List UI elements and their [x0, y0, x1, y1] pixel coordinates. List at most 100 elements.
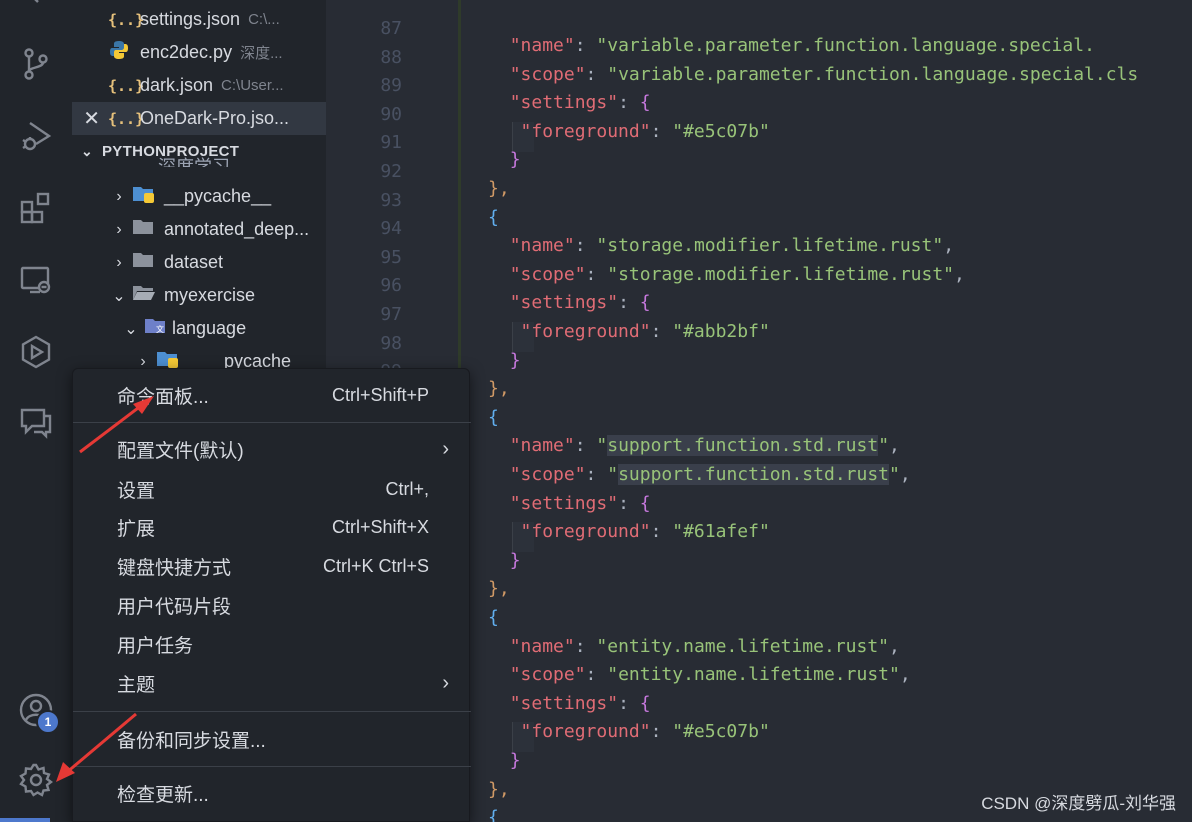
code-line: }: [509, 349, 521, 371]
menu-item-profiles[interactable]: 配置文件(默认) ›: [73, 431, 471, 467]
menu-item-settings-sync[interactable]: 备份和同步设置...: [73, 721, 471, 757]
code-line: "name": "support.function.std.rust",: [509, 435, 900, 457]
folder-icon: [132, 217, 164, 242]
partial-folder-row: 深度学习: [158, 157, 230, 167]
tree-folder[interactable]: › annotated_deep...: [106, 213, 309, 246]
code-line: },: [488, 578, 510, 600]
remote-explorer-icon[interactable]: [14, 258, 58, 302]
line-number: 96: [380, 275, 402, 297]
line-number: 92: [380, 161, 402, 182]
code-line: "scope": "variable.parameter.function.la…: [509, 63, 1139, 85]
code-line: },: [488, 178, 510, 199]
open-editor-name: settings.json: [140, 9, 241, 29]
code-line: {: [488, 406, 499, 428]
code-line: "foreground": "#abb2bf": [520, 321, 770, 342]
code-line: },: [488, 778, 510, 800]
folder-open-icon: [132, 283, 164, 308]
code-line: "settings": {: [509, 92, 651, 114]
code-line: }: [509, 750, 521, 771]
tree-label: annotated_deep...: [164, 219, 310, 239]
code-line: },: [488, 378, 510, 400]
testing-icon[interactable]: [14, 330, 58, 374]
extensions-icon[interactable]: [14, 186, 58, 230]
manage-gear-icon[interactable]: [14, 758, 58, 802]
menu-divider: [73, 766, 471, 767]
menu-item-user-snippets[interactable]: 用户代码片段: [73, 587, 471, 623]
code-line: {: [488, 206, 499, 228]
json-file-icon: {..}: [108, 76, 145, 95]
code-line: "foreground": "#61afef": [520, 521, 770, 543]
open-editor-path: C:\User...: [221, 77, 284, 94]
chevron-right-icon: ›: [116, 220, 122, 238]
tree-folder[interactable]: › dataset: [106, 246, 223, 279]
code-line: }: [509, 149, 521, 171]
menu-divider: [73, 422, 471, 423]
menu-item-themes[interactable]: 主题 ›: [73, 665, 471, 701]
code-line: "settings": {: [509, 292, 651, 314]
chevron-down-icon: ⌄: [80, 142, 94, 159]
open-editor-name: OneDark-Pro.jso...: [140, 108, 290, 128]
open-editor-item[interactable]: {..} dark.json C:\User...: [72, 69, 326, 102]
account-badge: 1: [36, 710, 60, 734]
code-line: "name": "entity.name.lifetime.rust",: [509, 635, 900, 657]
activity-bar: 1: [0, 0, 72, 822]
open-editor-path: C:\...: [248, 11, 280, 28]
menu-item-settings[interactable]: 设置 Ctrl+,: [73, 471, 471, 507]
code-line: "scope": "support.function.std.rust",: [509, 464, 911, 485]
menu-item-extensions[interactable]: 扩展 Ctrl+Shift+X: [73, 509, 471, 545]
json-file-icon: {..}: [108, 109, 145, 128]
chevron-down-icon: ⌄: [124, 320, 138, 338]
code-line: {: [488, 807, 499, 822]
python-folder-icon: [132, 184, 164, 209]
language-folder-icon: 文: [144, 316, 172, 341]
open-editor-item[interactable]: enc2dec.py 深度...: [72, 36, 326, 69]
chevron-down-icon: ⌄: [112, 287, 126, 305]
chevron-right-icon: ›: [116, 253, 122, 271]
tree-folder[interactable]: › __pycache__: [106, 180, 271, 213]
code-line: "scope": "entity.name.lifetime.rust",: [509, 664, 911, 686]
comments-icon[interactable]: [14, 400, 58, 444]
line-number: 95: [380, 246, 402, 268]
code-line: "name": "storage.modifier.lifetime.rust"…: [509, 235, 955, 257]
watermark: CSDN @深度劈瓜-刘华强: [981, 794, 1176, 813]
menu-shortcut: Ctrl+Shift+X: [331, 516, 429, 537]
line-number: 98: [380, 332, 402, 354]
menu-item-command-palette[interactable]: 命令面板... Ctrl+Shift+P: [73, 377, 471, 413]
tree-label: myexercise: [164, 285, 256, 305]
open-editor-item[interactable]: {..} settings.json C:\...: [72, 3, 326, 36]
menu-shortcut: Ctrl+,: [385, 478, 429, 499]
open-editor-item-active[interactable]: ✕ {..} OneDark-Pro.jso...: [72, 102, 326, 135]
svg-text:文: 文: [156, 324, 164, 334]
code-line: {: [488, 607, 499, 628]
menu-item-user-tasks[interactable]: 用户任务: [73, 626, 471, 662]
menu-item-check-updates[interactable]: 检查更新...: [73, 775, 471, 811]
line-number: 94: [380, 218, 402, 240]
explorer-icon[interactable]: [14, 0, 58, 26]
tree-folder[interactable]: ⌄ 文 language: [118, 312, 246, 345]
python-file-icon: [108, 39, 140, 66]
menu-item-keyboard-shortcuts[interactable]: 键盘快捷方式 Ctrl+K Ctrl+S: [73, 548, 471, 584]
run-debug-icon[interactable]: [14, 114, 58, 158]
chevron-right-icon: ›: [442, 437, 449, 460]
line-number: 91: [380, 132, 402, 154]
line-number: 88: [380, 46, 402, 68]
code-line: }: [509, 549, 521, 571]
open-editor-name: enc2dec.py: [140, 42, 233, 62]
manage-context-menu: 命令面板... Ctrl+Shift+P 配置文件(默认) › 设置 Ctrl+…: [72, 368, 471, 822]
line-number: 93: [380, 189, 402, 211]
line-number: 89: [380, 75, 402, 97]
line-number: 97: [380, 304, 402, 325]
chevron-right-icon: ›: [116, 187, 122, 205]
tree-folder[interactable]: ⌄ myexercise: [106, 279, 255, 312]
code-line: "settings": {: [509, 692, 651, 714]
code-line: "settings": {: [509, 492, 651, 514]
code-line: "foreground": "#e5c07b": [520, 120, 770, 142]
source-control-icon[interactable]: [14, 42, 58, 86]
folder-icon: [132, 250, 164, 275]
line-number: 87: [380, 18, 402, 39]
menu-shortcut: Ctrl+Shift+P: [331, 384, 429, 405]
menu-shortcut: Ctrl+K Ctrl+S: [322, 555, 429, 576]
tree-label: dataset: [164, 252, 224, 272]
close-icon[interactable]: ✕: [72, 106, 108, 131]
tree-label: __pycache__: [164, 186, 272, 206]
